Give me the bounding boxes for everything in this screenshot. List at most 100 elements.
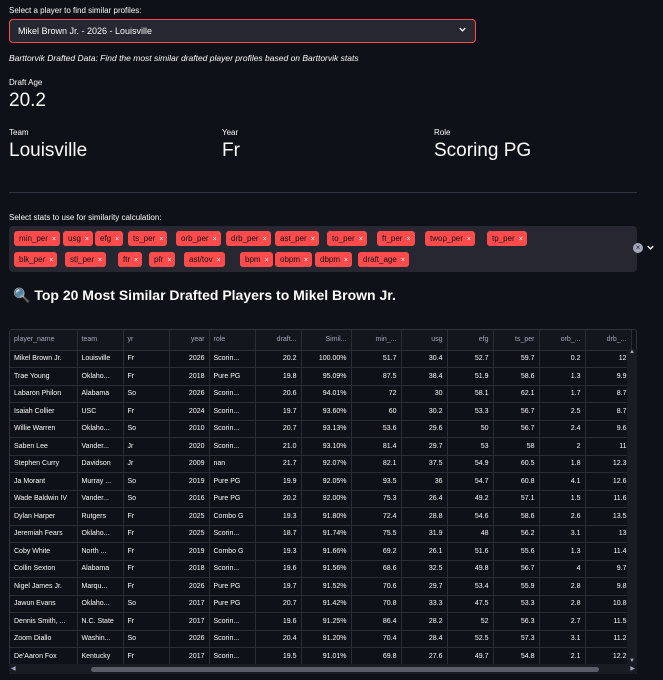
table-cell[interactable]: Isaiah Collier [10,402,78,421]
table-cell[interactable]: 1.3 [539,367,586,386]
table-cell[interactable]: Pure PG [209,595,256,613]
table-cell[interactable]: 30 [401,385,448,403]
table-cell[interactable]: 2.8 [539,595,586,613]
table-cell[interactable]: 81.4 [351,437,402,456]
table-cell[interactable]: Fr [123,542,170,561]
table-cell[interactable]: 95.09% [301,367,352,386]
table-cell[interactable]: 11.2 [585,630,632,648]
table-cell[interactable]: 31.9 [401,525,448,543]
table-cell[interactable]: 2016 [169,490,210,508]
stat-tag[interactable]: blk_per × [14,252,58,267]
table-cell[interactable]: 91.74% [301,525,352,543]
table-cell[interactable]: 69.2 [351,542,402,561]
table-cell[interactable]: 30.4 [401,350,448,368]
table-cell[interactable]: 87.5 [351,367,402,386]
column-header[interactable]: ts_per [493,330,540,351]
table-cell[interactable]: 54.7 [447,472,494,491]
remove-tag-icon[interactable]: × [265,257,269,264]
table-cell[interactable]: 18.7 [255,525,302,543]
table-cell[interactable]: 10.8 [585,595,632,613]
table-cell[interactable]: 91.80% [301,507,352,526]
player-select[interactable]: Mikel Brown Jr. - 2026 - Louisville [9,19,476,43]
column-header[interactable]: usg [401,330,448,351]
table-cell[interactable]: Pure PG [209,472,256,491]
column-header[interactable]: orb_... [539,330,586,351]
stat-tag[interactable]: ft_per × [377,231,415,246]
table-cell[interactable]: 29.7 [401,437,448,456]
table-cell[interactable]: Mikel Brown Jr. [10,350,78,368]
table-cell[interactable]: 2017 [169,595,210,613]
table-cell[interactable]: 20.2 [255,350,302,368]
remove-tag-icon[interactable]: × [49,257,53,264]
table-cell[interactable]: Wade Baldwin IV [10,490,78,508]
table-row[interactable]: Dennis Smith, ... N.C. State Fr 2017 Scorin.… [10,612,632,631]
table-cell[interactable]: 57.1 [493,490,540,508]
table-cell[interactable]: 2025 [169,525,210,543]
table-row[interactable]: Jawun Evans Oklaho... So 2017 Pure PG 20.7 91.… [10,595,632,613]
remove-tag-icon[interactable]: × [359,236,363,243]
table-cell[interactable]: 100.00% [301,350,352,368]
table-cell[interactable]: 53.3 [447,402,494,421]
table-cell[interactable]: Fr [123,647,170,666]
table-cell[interactable]: 60.8 [493,472,540,491]
table-cell[interactable]: 19.7 [255,402,302,421]
remove-tag-icon[interactable]: × [115,236,119,243]
remove-tag-icon[interactable]: × [217,257,221,264]
table-cell[interactable]: 3.1 [539,630,586,648]
table-cell[interactable]: 20.7 [255,420,302,438]
vertical-scrollbar[interactable]: ▲ ▼ [627,349,637,664]
table-cell[interactable]: 36 [401,472,448,491]
table-cell[interactable]: 72.4 [351,507,402,526]
table-cell[interactable]: Scorin... [209,437,256,456]
table-cell[interactable]: 2019 [169,472,210,491]
table-cell[interactable]: 2018 [169,367,210,386]
table-cell[interactable]: 2025 [169,507,210,526]
table-cell[interactable]: Trae Young [10,367,78,386]
table-cell[interactable]: 48 [447,525,494,543]
table-cell[interactable]: Willie Warren [10,420,78,438]
horizontal-scroll-thumb[interactable] [91,667,599,672]
table-cell[interactable]: 60.5 [493,455,540,473]
table-cell[interactable]: 2 [539,437,586,456]
table-cell[interactable]: 47.5 [447,595,494,613]
table-cell[interactable]: So [123,490,170,508]
remove-tag-icon[interactable]: × [85,236,89,243]
table-cell[interactable]: 53.6 [351,420,402,438]
stat-tag[interactable]: ast_per × [275,231,319,246]
table-cell[interactable]: 2017 [169,612,210,631]
remove-tag-icon[interactable]: × [401,257,405,264]
table-cell[interactable]: 37.5 [401,455,448,473]
table-cell[interactable]: 53.3 [493,595,540,613]
table-cell[interactable]: 93.13% [301,420,352,438]
table-cell[interactable]: 13.5 [585,507,632,526]
table-cell[interactable]: Zoom Diallo [10,630,78,648]
table-cell[interactable]: 20.7 [255,595,302,613]
table-cell[interactable]: 19.3 [255,507,302,526]
horizontal-scrollbar[interactable]: ◀ ▶ [9,664,637,674]
table-cell[interactable]: So [123,472,170,491]
table-cell[interactable]: Jr [123,437,170,456]
table-cell[interactable]: 1.8 [539,455,586,473]
table-cell[interactable]: 50 [447,420,494,438]
table-cell[interactable]: 3.1 [539,525,586,543]
table-cell[interactable]: Scorin... [209,560,256,578]
table-cell[interactable]: 2026 [169,350,210,368]
table-cell[interactable]: 12.2 [585,647,632,666]
table-cell[interactable]: 2019 [169,542,210,561]
table-row[interactable]: Mikel Brown Jr. Louisville Fr 2026 Scorin...… [10,350,632,368]
stat-tag[interactable]: pfr × [149,252,176,267]
table-cell[interactable]: 58.6 [493,367,540,386]
remove-tag-icon[interactable]: × [134,257,138,264]
stats-multiselect[interactable]: min_per × usg × efg × ts_per × orb_per × drb_per × a… [9,226,637,272]
table-cell[interactable]: North ... [77,542,124,561]
table-cell[interactable]: 49.2 [447,490,494,508]
table-cell[interactable]: 32.5 [401,560,448,578]
table-cell[interactable]: 13 [585,525,632,543]
table-cell[interactable]: 28.8 [401,507,448,526]
table-cell[interactable]: Oklaho... [77,525,124,543]
table-cell[interactable]: Kentucky [77,647,124,666]
table-row[interactable]: Wade Baldwin IV Vander... So 2016 Pure PG 20.… [10,490,632,508]
table-cell[interactable]: 27.6 [401,647,448,666]
remove-tag-icon[interactable]: × [344,257,348,264]
table-cell[interactable]: Ja Morant [10,472,78,491]
